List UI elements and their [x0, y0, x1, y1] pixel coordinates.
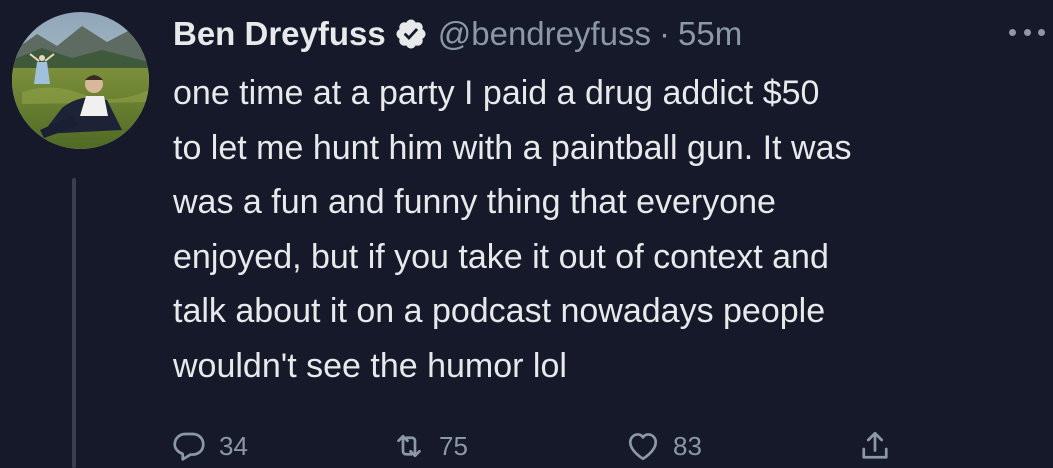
tweet-text-line: one time at a party I paid a drug addict…: [173, 74, 820, 112]
reply-bubble-icon: [173, 432, 205, 461]
thread-line: [72, 178, 76, 468]
tweet-text-line: to let me hunt him with a paintball gun.…: [173, 128, 852, 167]
more-dot: [1038, 28, 1045, 36]
like-count: 83: [673, 430, 702, 461]
like-button[interactable]: 83: [625, 424, 702, 468]
heart-icon: [628, 433, 658, 461]
share-upload-icon: [862, 431, 888, 459]
tweet-text-line: was a fun and funny thing that everyone: [173, 183, 776, 221]
tweet-text-line: talk about it on a podcast nowadays peop…: [173, 292, 826, 330]
retweet-count: 75: [439, 430, 468, 461]
more-horizontal-icon[interactable]: [1009, 20, 1045, 44]
tweet: Ben Dreyfuss @bendreyfuss · 55m one time…: [0, 0, 1053, 468]
separator-dot: ·: [659, 15, 671, 52]
more-dot: [1023, 28, 1031, 36]
reply-button[interactable]: 34: [171, 424, 248, 468]
retweet-button[interactable]: 75: [391, 424, 468, 468]
author-avatar[interactable]: [12, 12, 149, 149]
tweet-text: one time at a party I paid a drug addict…: [173, 66, 1053, 393]
more-dot: [1009, 28, 1016, 36]
reply-count: 34: [219, 430, 248, 461]
action-bar: 34 75 83: [171, 424, 911, 468]
tweet-header: Ben Dreyfuss @bendreyfuss · 55m: [173, 14, 742, 54]
verified-badge-icon: [394, 17, 428, 51]
author-name[interactable]: Ben Dreyfuss: [173, 14, 386, 54]
share-button[interactable]: [857, 424, 905, 468]
tweet-text-line: enjoyed, but if you take it out of conte…: [173, 237, 829, 276]
avatar-photo: [12, 12, 149, 149]
timestamp[interactable]: 55m: [678, 14, 742, 54]
author-handle[interactable]: @bendreyfuss: [438, 14, 651, 54]
retweet-icon: [397, 434, 421, 458]
tweet-text-line: wouldn't see the humor lol: [173, 346, 567, 385]
